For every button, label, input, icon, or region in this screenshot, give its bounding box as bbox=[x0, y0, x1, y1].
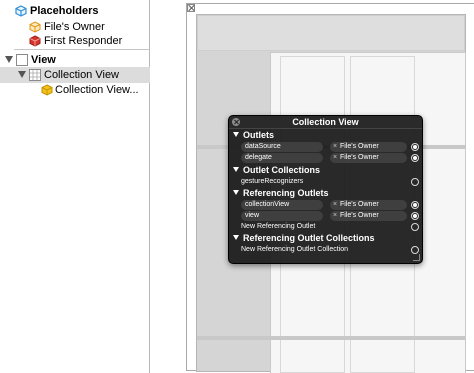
section-outlets[interactable]: Outlets bbox=[233, 130, 274, 141]
disclosure-triangle-icon[interactable] bbox=[233, 132, 239, 137]
disclosure-triangle-icon[interactable] bbox=[233, 190, 239, 195]
connection-circle-icon[interactable] bbox=[411, 223, 419, 231]
resize-grip-icon[interactable] bbox=[413, 254, 420, 261]
close-icon[interactable] bbox=[187, 4, 195, 12]
connection-target: × File's Owner bbox=[330, 200, 407, 210]
hud-title: Collection View bbox=[292, 117, 359, 127]
connection-target: × File's Owner bbox=[330, 211, 407, 221]
outlet-collection-name: gestureRecognizers bbox=[241, 178, 304, 185]
disclosure-triangle-icon[interactable] bbox=[5, 56, 13, 63]
outline-item-collection-view-cell[interactable]: Collection View... bbox=[0, 82, 150, 98]
connection-circle-icon[interactable] bbox=[411, 143, 419, 151]
connection-target: × File's Owner bbox=[330, 142, 407, 152]
remove-connection-icon[interactable]: × bbox=[330, 142, 340, 152]
referencing-outlet-row[interactable]: collectionView × File's Owner bbox=[241, 200, 421, 210]
remove-connection-icon[interactable]: × bbox=[330, 153, 340, 163]
remove-connection-icon[interactable]: × bbox=[330, 211, 340, 221]
new-referencing-outlet-collection-row[interactable]: New Referencing Outlet Collection bbox=[241, 245, 421, 255]
hud-titlebar[interactable]: Collection View bbox=[229, 116, 422, 129]
connection-circle-icon[interactable] bbox=[411, 212, 419, 220]
collection-view-icon bbox=[29, 69, 41, 81]
section-referencing-outlet-collections[interactable]: Referencing Outlet Collections bbox=[233, 233, 375, 244]
outlet-name: dataSource bbox=[241, 142, 323, 152]
view-icon bbox=[16, 54, 28, 66]
interface-builder-canvas[interactable]: Collection View Outlets dataSource × File… bbox=[151, 0, 474, 373]
cell-cube-icon bbox=[41, 84, 53, 96]
outline-view-label: View bbox=[31, 54, 56, 66]
outline-placeholders-label: Placeholders bbox=[30, 5, 99, 17]
outlet-name: delegate bbox=[241, 153, 323, 163]
outline-item-view[interactable]: View bbox=[0, 52, 150, 68]
disclosure-triangle-icon[interactable] bbox=[18, 71, 26, 78]
outlet-collection-row[interactable]: gestureRecognizers bbox=[241, 177, 421, 187]
connection-circle-icon[interactable] bbox=[411, 246, 419, 254]
remove-connection-icon[interactable]: × bbox=[330, 200, 340, 210]
outlet-row[interactable]: delegate × File's Owner bbox=[241, 153, 421, 163]
new-referencing-outlet-collection-label: New Referencing Outlet Collection bbox=[241, 246, 348, 253]
outline-item-collection-view[interactable]: Collection View bbox=[0, 67, 150, 83]
outline-placeholders-header[interactable]: Placeholders bbox=[0, 3, 150, 19]
outlet-row[interactable]: dataSource × File's Owner bbox=[241, 142, 421, 152]
disclosure-triangle-icon[interactable] bbox=[233, 167, 239, 172]
document-outline: Placeholders File's Owner First Responde… bbox=[0, 0, 150, 373]
section-outlet-collections[interactable]: Outlet Collections bbox=[233, 165, 320, 176]
cube-icon bbox=[15, 5, 27, 17]
connection-circle-icon[interactable] bbox=[411, 201, 419, 209]
first-responder-cube-icon bbox=[29, 35, 41, 47]
connection-target: × File's Owner bbox=[330, 153, 407, 163]
new-referencing-outlet-row[interactable]: New Referencing Outlet bbox=[241, 222, 421, 232]
outline-first-responder-label: First Responder bbox=[44, 35, 123, 47]
referencing-outlet-row[interactable]: view × File's Owner bbox=[241, 211, 421, 221]
outline-collection-view-cell-label: Collection View... bbox=[55, 84, 139, 96]
outline-item-first-responder[interactable]: First Responder bbox=[0, 33, 150, 49]
section-referencing-outlets[interactable]: Referencing Outlets bbox=[233, 188, 329, 199]
cell-separator bbox=[197, 336, 465, 340]
disclosure-triangle-icon[interactable] bbox=[233, 235, 239, 240]
new-referencing-outlet-label: New Referencing Outlet bbox=[241, 223, 316, 230]
outline-collection-view-label: Collection View bbox=[44, 69, 120, 81]
files-owner-cube-icon bbox=[29, 21, 41, 33]
outline-divider bbox=[14, 49, 150, 50]
connection-circle-icon[interactable] bbox=[411, 154, 419, 162]
collection-header-area bbox=[197, 15, 465, 51]
referencing-outlet-name: collectionView bbox=[241, 200, 323, 210]
referencing-outlet-name: view bbox=[241, 211, 323, 221]
connections-hud[interactable]: Collection View Outlets dataSource × File… bbox=[228, 115, 423, 264]
connection-circle-icon[interactable] bbox=[411, 178, 419, 186]
